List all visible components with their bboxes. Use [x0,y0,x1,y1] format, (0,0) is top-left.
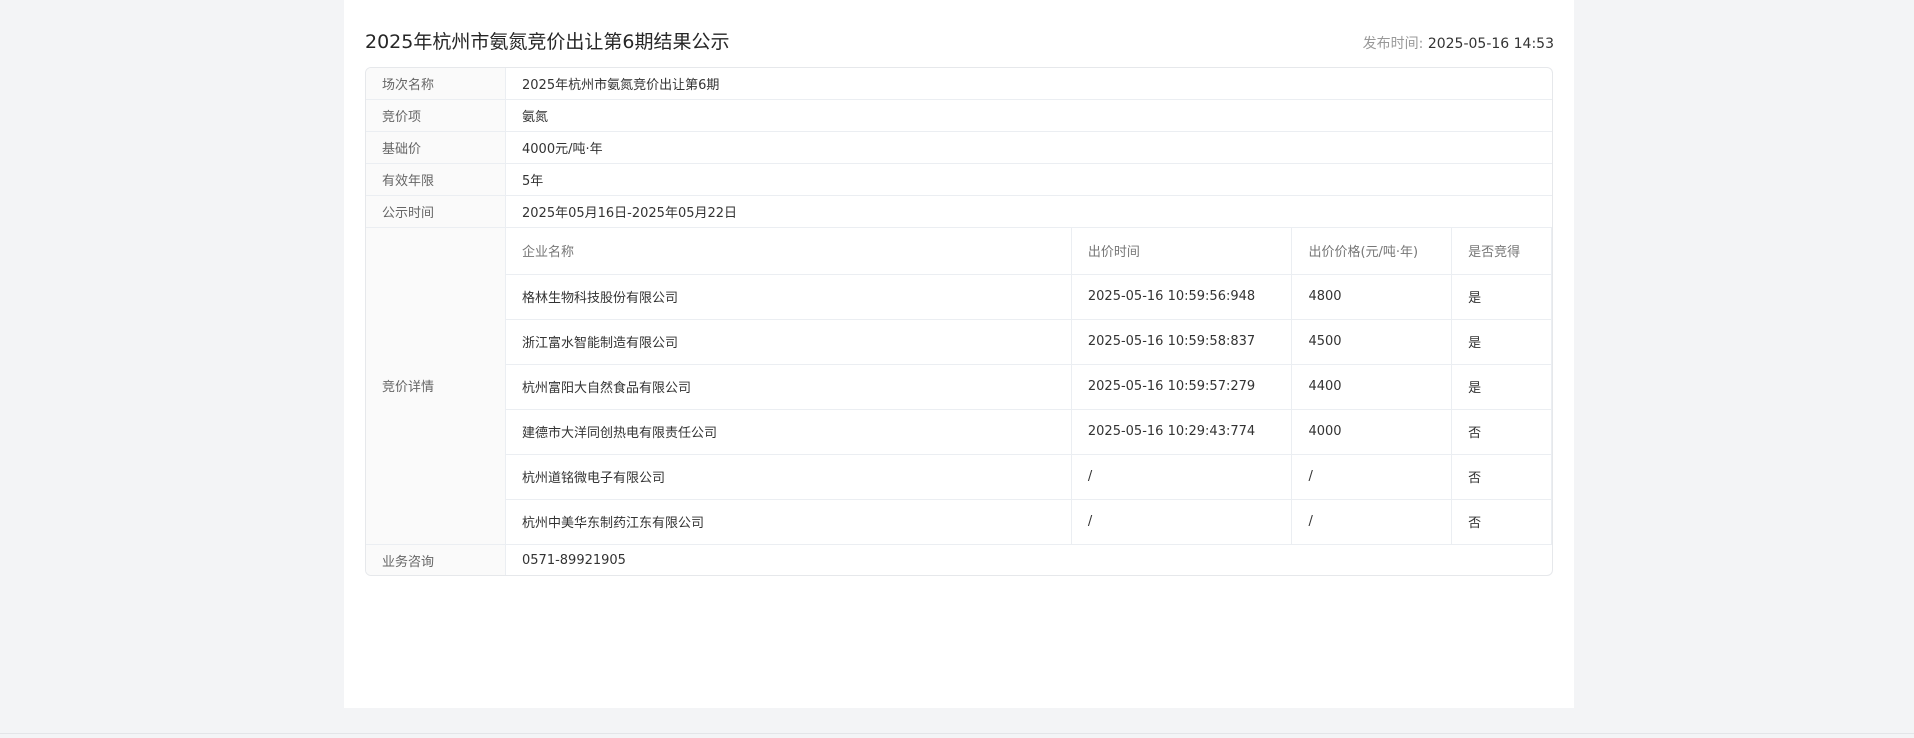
detail-value: 企业名称 出价时间 出价价格(元/吨·年) 是否竞得 格林生物科技股份有限公司 … [506,228,1552,545]
time-cell: / [1071,499,1293,545]
notice-time-label: 公示时间 [366,196,506,227]
validity-label: 有效年限 [366,164,506,195]
row-bid-detail: 竞价详情 企业名称 出价时间 出价价格(元/吨·年) 是否竞得 格林生物科技股份… [366,228,1552,545]
consult-label: 业务咨询 [366,544,506,575]
time-cell: 2025-05-16 10:59:57:279 [1071,364,1293,410]
price-cell: 4500 [1291,319,1453,365]
row-base-price: 基础价 4000元/吨·年 [366,132,1552,164]
bid-table: 企业名称 出价时间 出价价格(元/吨·年) 是否竞得 格林生物科技股份有限公司 … [506,228,1552,545]
company-cell: 建德市大洋同创热电有限责任公司 [506,409,1072,455]
won-cell: 是 [1451,274,1552,320]
result-card: 2025年杭州市氨氮竞价出让第6期结果公示 发布时间: 2025-05-16 1… [344,0,1574,708]
table-row: 杭州富阳大自然食品有限公司 2025-05-16 10:59:57:279 44… [506,364,1552,410]
row-validity: 有效年限 5年 [366,164,1552,196]
publish-time-label: 发布时间: [1362,36,1424,52]
price-cell: 4800 [1291,274,1453,320]
col-won-header: 是否竞得 [1451,228,1552,275]
company-cell: 杭州道铭微电子有限公司 [506,454,1072,500]
table-row: 格林生物科技股份有限公司 2025-05-16 10:59:56:948 480… [506,274,1552,320]
time-cell: 2025-05-16 10:59:56:948 [1071,274,1293,320]
price-cell: / [1291,499,1453,545]
time-cell: 2025-05-16 10:29:43:774 [1071,409,1293,455]
bid-table-header: 企业名称 出价时间 出价价格(元/吨·年) 是否竞得 [506,228,1552,275]
col-time-header: 出价时间 [1071,228,1293,275]
table-row: 建德市大洋同创热电有限责任公司 2025-05-16 10:29:43:774 … [506,409,1552,455]
won-cell: 是 [1451,364,1552,410]
consult-value: 0571-89921905 [522,553,626,568]
company-cell: 杭州富阳大自然食品有限公司 [506,364,1072,410]
col-price-header: 出价价格(元/吨·年) [1291,228,1453,275]
info-table: 场次名称 2025年杭州市氨氮竞价出让第6期 竞价项 氨氮 基础价 4000元/… [365,67,1553,576]
row-session: 场次名称 2025年杭州市氨氮竞价出让第6期 [366,68,1552,100]
price-cell: 4400 [1291,364,1453,410]
time-cell: / [1071,454,1293,500]
session-label: 场次名称 [366,68,506,99]
session-value: 2025年杭州市氨氮竞价出让第6期 [522,78,720,93]
won-cell: 否 [1451,454,1552,500]
price-cell: / [1291,454,1453,500]
company-cell: 杭州中美华东制药江东有限公司 [506,499,1072,545]
won-cell: 是 [1451,319,1552,365]
row-item: 竞价项 氨氮 [366,100,1552,132]
item-value: 氨氮 [522,110,549,125]
publish-time: 发布时间: 2025-05-16 14:53 [1363,34,1554,54]
row-notice-time: 公示时间 2025年05月16日-2025年05月22日 [366,196,1552,228]
base-price-value: 4000元/吨·年 [522,142,603,157]
time-cell: 2025-05-16 10:59:58:837 [1071,319,1293,365]
table-row: 浙江富水智能制造有限公司 2025-05-16 10:59:58:837 450… [506,319,1552,365]
table-row: 杭州中美华东制药江东有限公司 / / 否 [506,499,1552,545]
base-price-label: 基础价 [366,132,506,163]
footer-divider [0,733,1914,734]
validity-value: 5年 [522,174,544,189]
company-cell: 格林生物科技股份有限公司 [506,274,1072,320]
won-cell: 否 [1451,499,1552,545]
publish-time-value: 2025-05-16 14:53 [1427,36,1554,52]
detail-label: 竞价详情 [366,228,506,544]
price-cell: 4000 [1291,409,1453,455]
won-cell: 否 [1451,409,1552,455]
col-company-header: 企业名称 [506,228,1072,275]
company-cell: 浙江富水智能制造有限公司 [506,319,1072,365]
notice-time-value: 2025年05月16日-2025年05月22日 [522,206,738,221]
page-title: 2025年杭州市氨氮竞价出让第6期结果公示 [365,31,730,53]
row-consult: 业务咨询 0571-89921905 [366,544,1552,575]
item-label: 竞价项 [366,100,506,131]
table-row: 杭州道铭微电子有限公司 / / 否 [506,454,1552,500]
